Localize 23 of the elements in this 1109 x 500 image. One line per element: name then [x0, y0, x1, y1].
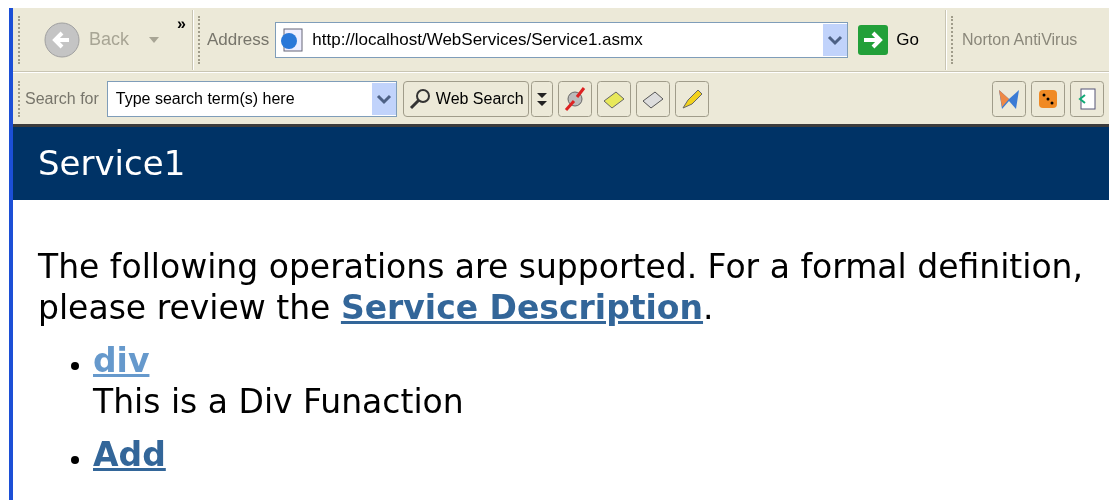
marker-icon[interactable] — [674, 80, 709, 117]
caret-icon — [149, 36, 160, 43]
page-title: Service1 — [38, 142, 186, 185]
bullet-icon — [71, 456, 79, 464]
search-icon — [407, 86, 432, 111]
more-chevron[interactable]: » — [177, 12, 186, 36]
address-field[interactable]: http://localhost/WebServices/Service1.asmx — [275, 21, 849, 58]
document-icon[interactable] — [1070, 80, 1104, 117]
dropdown-icon[interactable] — [823, 23, 848, 56]
address-label: Address — [206, 28, 270, 51]
search-label: Search for — [25, 88, 99, 109]
operation-description: This is a Div Funaction — [93, 381, 464, 422]
dice-icon[interactable] — [1031, 80, 1065, 117]
intro-paragraph: The following operations are supported. For a formal definition, please review the Service Description. — [38, 246, 1085, 328]
go-button[interactable]: Go — [858, 24, 919, 55]
options-icon[interactable] — [530, 80, 553, 117]
service-description-link[interactable]: Service Description — [340, 288, 704, 327]
search-field[interactable]: Type search term(s) here — [106, 80, 397, 117]
dropdown-icon[interactable] — [371, 82, 396, 115]
operation-link[interactable]: Add — [93, 434, 166, 475]
butterfly-icon[interactable] — [992, 80, 1026, 117]
bullet-icon — [71, 362, 79, 370]
web-search-button[interactable]: Web Search — [402, 80, 529, 117]
